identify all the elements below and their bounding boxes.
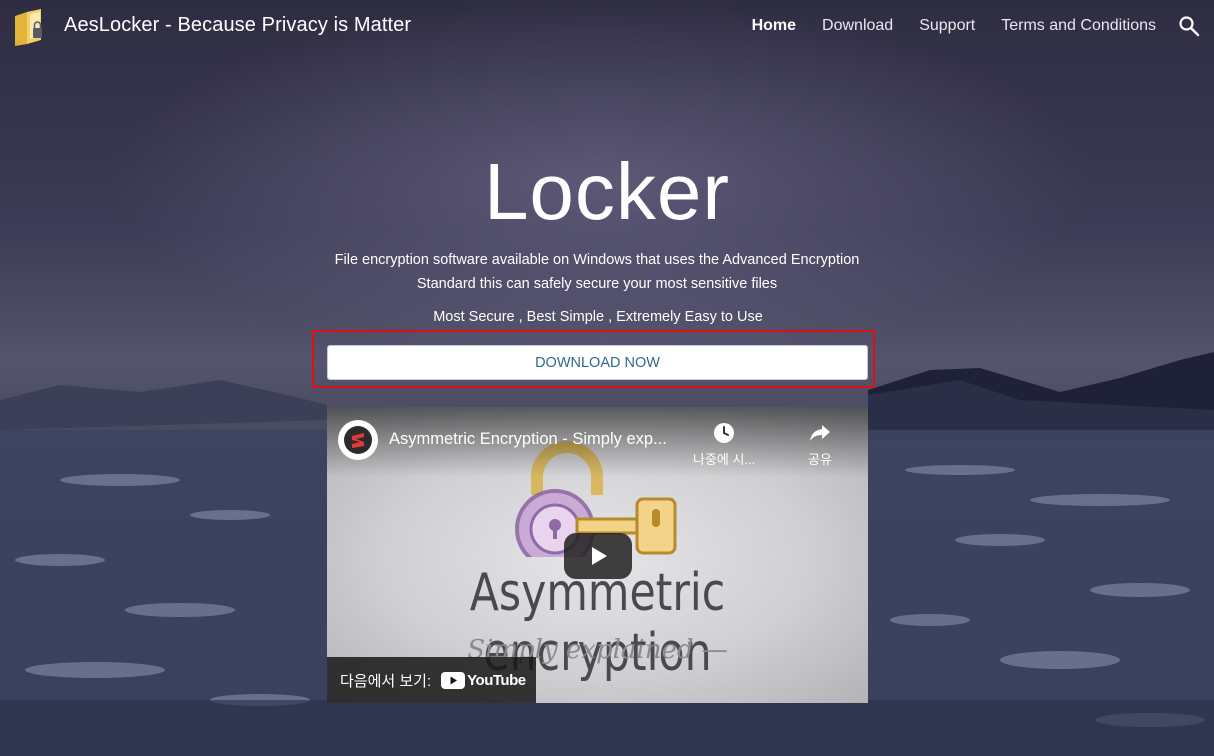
clock-icon bbox=[714, 423, 735, 443]
share-button[interactable]: 공유 bbox=[808, 421, 832, 468]
download-now-button[interactable]: DOWNLOAD NOW bbox=[327, 345, 868, 380]
youtube-wordmark: YouTube bbox=[467, 671, 526, 689]
play-icon bbox=[592, 547, 607, 565]
youtube-logo: YouTube bbox=[441, 671, 526, 689]
watch-later-button[interactable]: 나중에 시... bbox=[693, 421, 755, 468]
nav-support[interactable]: Support bbox=[919, 17, 975, 35]
nav-download[interactable]: Download bbox=[822, 17, 893, 35]
watch-later-label: 나중에 시... bbox=[693, 452, 756, 467]
watch-on-youtube-button[interactable]: 다음에서 보기: YouTube bbox=[327, 657, 536, 703]
hero-tagline: Most Secure , Best Simple , Extremely Ea… bbox=[433, 309, 763, 325]
search-icon[interactable] bbox=[1178, 15, 1200, 37]
nav-home[interactable]: Home bbox=[752, 17, 796, 35]
folder-lock-icon[interactable] bbox=[13, 6, 45, 46]
nav-terms[interactable]: Terms and Conditions bbox=[1001, 17, 1156, 35]
channel-avatar[interactable] bbox=[338, 420, 378, 460]
main-nav: Home Download Support Terms and Conditio… bbox=[726, 17, 1156, 35]
share-label: 공유 bbox=[808, 452, 832, 467]
hero-description: File encryption software available on Wi… bbox=[334, 252, 860, 292]
youtube-play-icon bbox=[441, 671, 466, 689]
hero-title: Locker bbox=[483, 147, 731, 236]
video-embed[interactable]: Asymmetric encryption Simply explained —… bbox=[327, 407, 868, 703]
play-button[interactable] bbox=[564, 533, 632, 579]
watch-on-label: 다음에서 보기: bbox=[340, 672, 432, 690]
video-title[interactable]: Asymmetric Encryption - Simply exp... bbox=[389, 430, 699, 449]
site-brand[interactable]: AesLocker - Because Privacy is Matter bbox=[64, 14, 411, 37]
share-icon bbox=[810, 425, 830, 441]
channel-logo-icon bbox=[344, 426, 372, 454]
